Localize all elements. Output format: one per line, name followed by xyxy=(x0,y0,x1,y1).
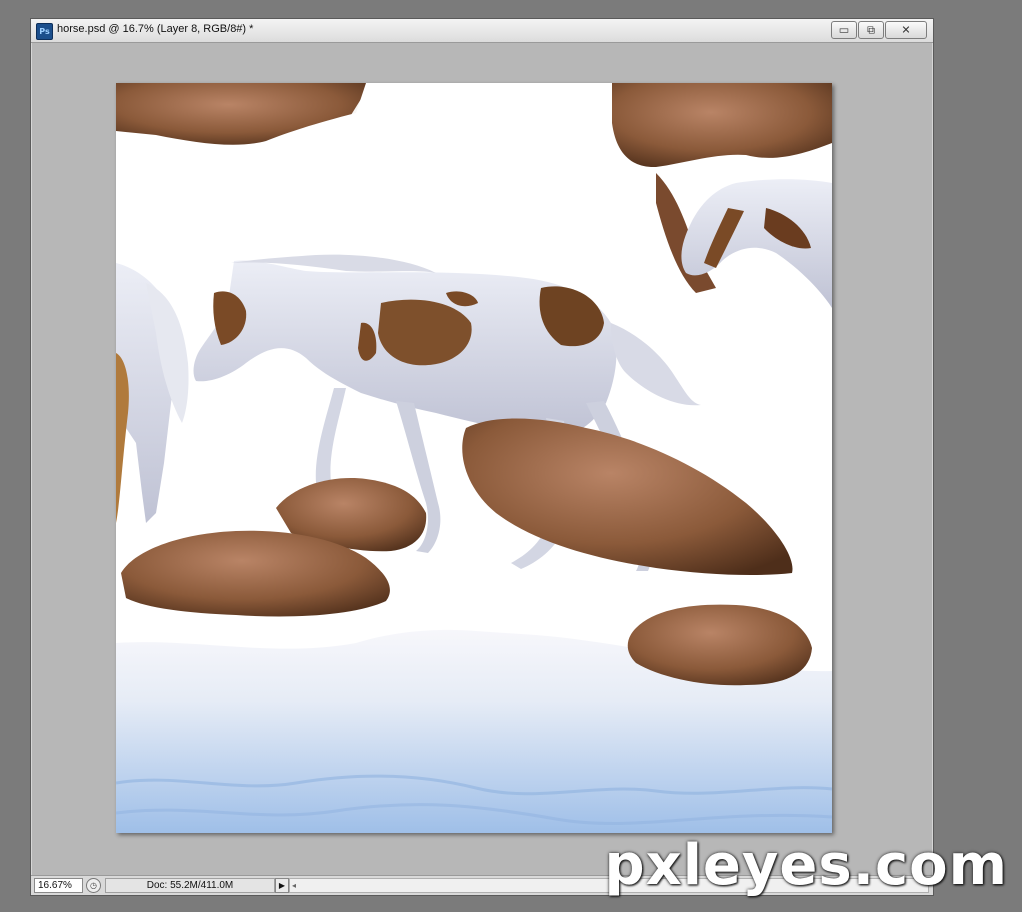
minimize-button[interactable]: ▭ xyxy=(831,21,857,39)
horse-left-patch xyxy=(116,353,129,523)
window-controls: ▭ ⧉ ✕ xyxy=(831,21,927,39)
status-clock-icon[interactable]: ◷ xyxy=(86,878,101,893)
photoshop-icon: Ps xyxy=(36,23,53,40)
minimize-icon: ▭ xyxy=(838,23,850,37)
rock-top-right xyxy=(612,83,832,168)
document-title: horse.psd @ 16.7% (Layer 8, RGB/8#) * xyxy=(57,23,254,35)
close-icon: ✕ xyxy=(901,23,911,37)
canvas-area[interactable] xyxy=(35,43,929,875)
watermark: pxleyes.com xyxy=(604,833,1008,898)
horse-main-tail xyxy=(611,323,701,406)
scroll-left-icon[interactable]: ◂ xyxy=(292,879,296,892)
rock-center-right xyxy=(462,418,793,576)
triangle-right-icon: ▶ xyxy=(278,881,286,890)
document-canvas[interactable] xyxy=(116,83,832,833)
restore-icon: ⧉ xyxy=(867,23,875,37)
document-size-info[interactable]: Doc: 55.2M/411.0M xyxy=(105,878,275,893)
restore-button[interactable]: ⧉ xyxy=(858,21,884,39)
document-window: Ps horse.psd @ 16.7% (Layer 8, RGB/8#) *… xyxy=(30,18,934,896)
zoom-level-field[interactable]: 16.67% xyxy=(34,878,83,893)
artwork xyxy=(116,83,832,833)
close-button[interactable]: ✕ xyxy=(885,21,927,39)
status-menu-button[interactable]: ▶ xyxy=(275,878,289,893)
title-bar[interactable]: Ps horse.psd @ 16.7% (Layer 8, RGB/8#) *… xyxy=(31,19,933,43)
